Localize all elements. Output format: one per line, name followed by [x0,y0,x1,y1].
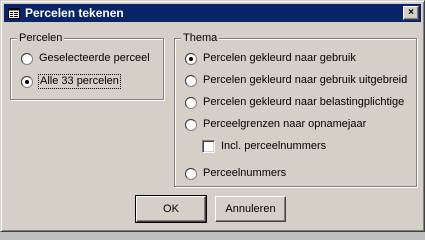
radio-label: Percelen gekleurd naar gebruik uitgebrei… [203,74,408,86]
ok-button[interactable]: OK [135,195,207,223]
radio-label: Percelen gekleurd naar belastingplichtig… [203,96,405,108]
radio-label: Perceelgrenzen naar opnamejaar [203,118,367,130]
dialog-window: Percelen tekenen × Percelen Geselecteerd… [0,0,425,232]
thema-group: Thema Percelen gekleurd naar gebruik Per… [174,31,417,187]
percelen-group-label: Percelen [17,31,65,45]
radio-alle-percelen[interactable]: Alle 33 percelen [21,74,121,89]
radio-label: Alle 33 percelen [38,74,121,89]
radio-selected-icon [185,52,197,65]
radio-gebruik[interactable]: Percelen gekleurd naar gebruik [185,52,356,65]
radio-unselected-icon [185,74,197,87]
thema-group-label: Thema [181,31,220,45]
percelen-group: Percelen Geselecteerde perceel Alle 33 p… [10,31,164,100]
radio-perceelnummers[interactable]: Perceelnummers [185,167,286,180]
radio-opnamejaar[interactable]: Perceelgrenzen naar opnamejaar [185,118,366,131]
radio-unselected-icon [21,52,33,65]
window-title: Percelen tekenen [25,6,124,20]
radio-gebruik-uitgebreid[interactable]: Percelen gekleurd naar gebruik uitgebrei… [185,74,407,87]
radio-label: Percelen gekleurd naar gebruik [203,52,356,64]
radio-unselected-icon [185,96,197,109]
checkbox-label: Incl. perceelnummers [221,140,327,152]
radio-label: Geselecteerde perceel [39,52,150,64]
close-icon: × [408,7,414,18]
radio-selected-icon [21,75,33,88]
radio-label: Perceelnummers [203,167,287,179]
close-button[interactable]: × [403,6,419,20]
checkbox-box[interactable] [202,140,215,153]
radio-geselecteerde-perceel[interactable]: Geselecteerde perceel [21,52,150,65]
radio-belastingplichtige[interactable]: Percelen gekleurd naar belastingplichtig… [185,96,404,109]
title-bar[interactable]: Percelen tekenen × [4,4,421,22]
cancel-button[interactable]: Annuleren [215,196,286,222]
checkbox-incl-perceelnummers[interactable]: Incl. perceelnummers [202,140,326,153]
form-icon [7,6,21,20]
radio-unselected-icon [185,118,197,131]
radio-unselected-icon [185,167,197,180]
